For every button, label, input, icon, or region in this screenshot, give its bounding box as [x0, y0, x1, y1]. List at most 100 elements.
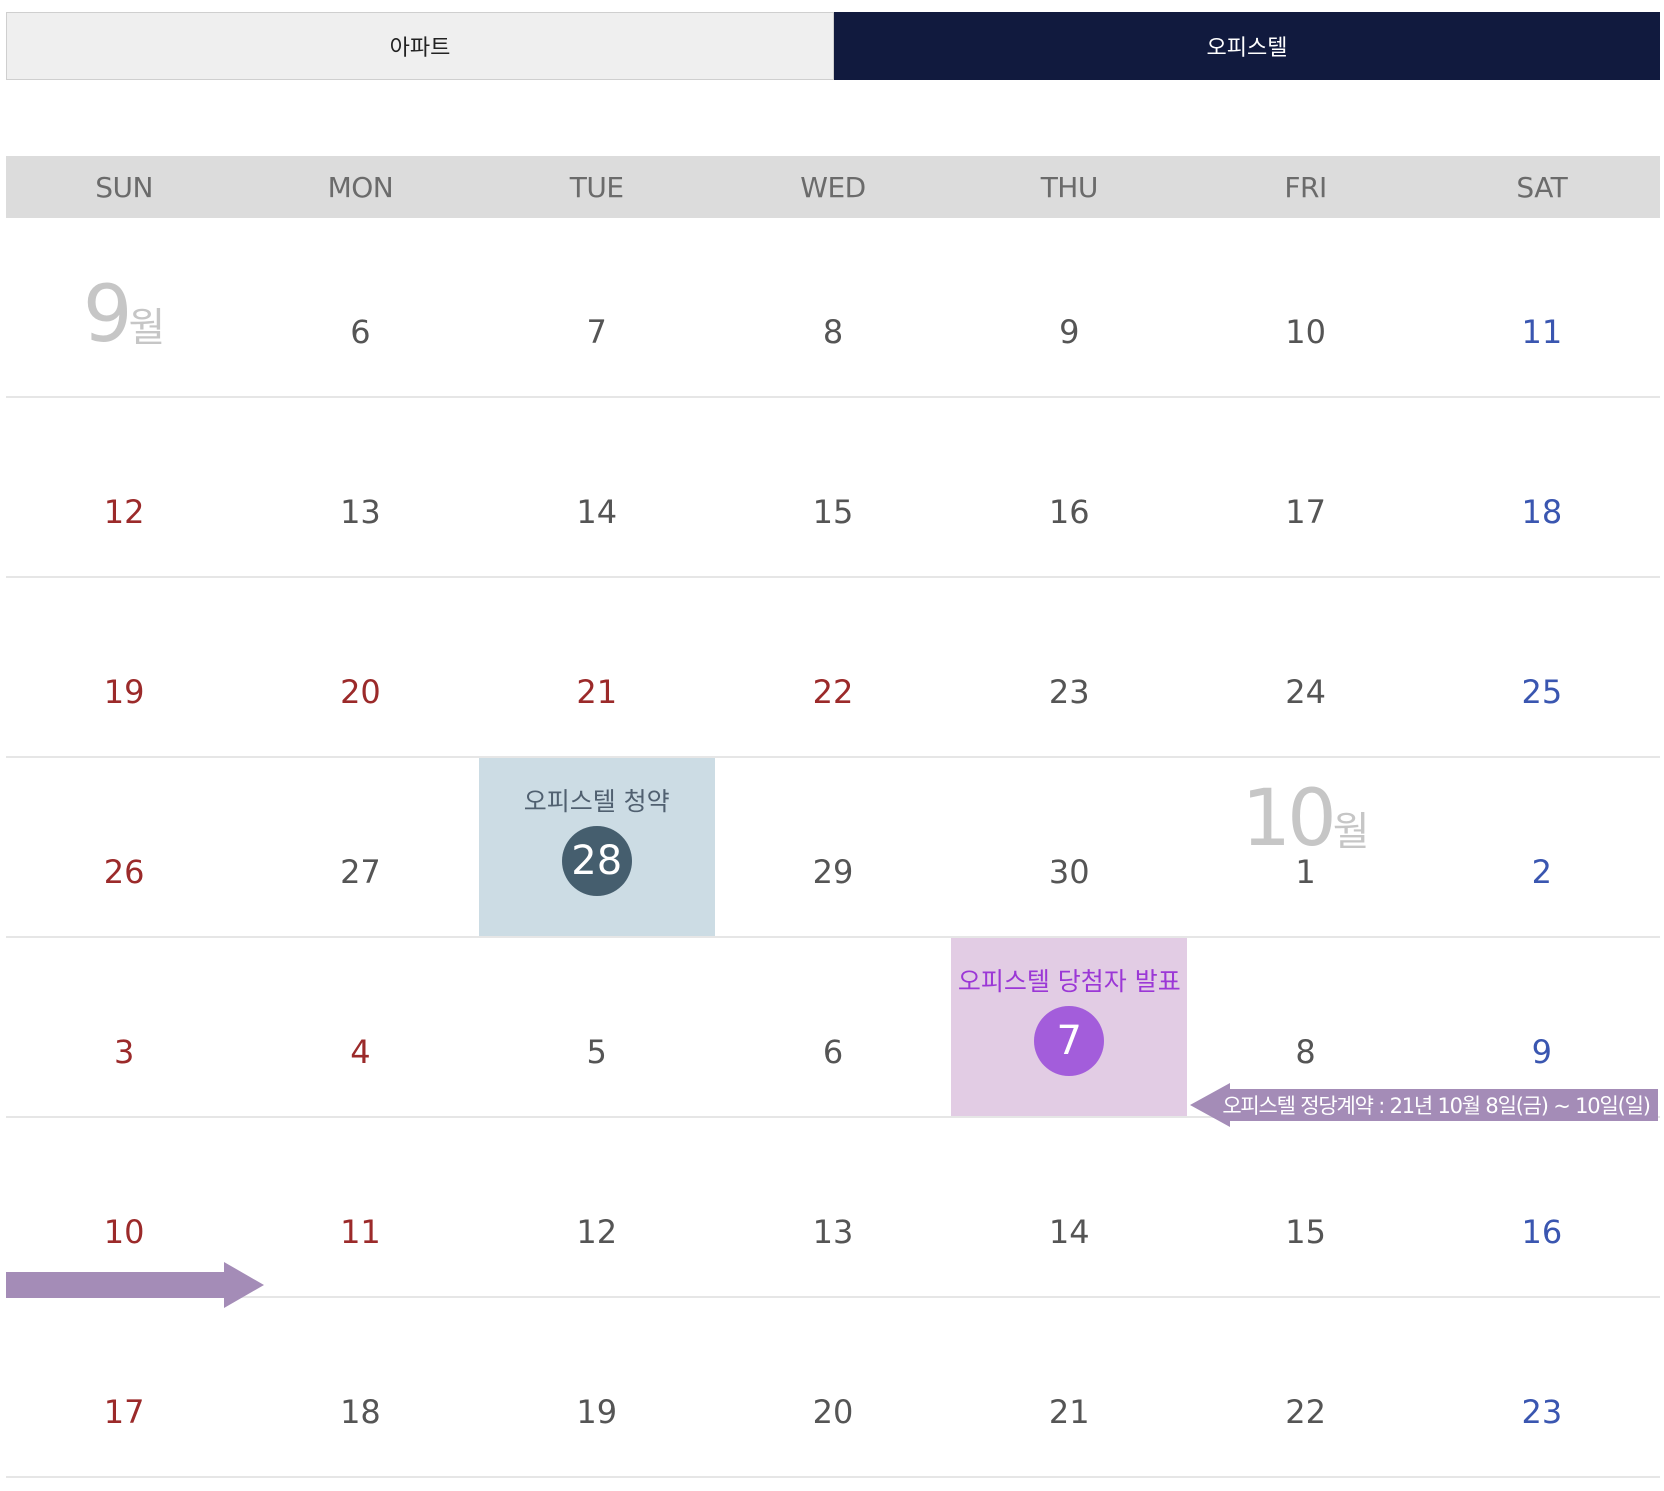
day-cell[interactable]: 13: [714, 1118, 952, 1298]
day-number: 12: [576, 1213, 618, 1251]
day-cell[interactable]: 17: [1187, 398, 1424, 578]
day-number: 16: [1048, 493, 1090, 531]
day-cell[interactable]: 23: [951, 578, 1188, 758]
day-cell[interactable]: 10월 1: [1187, 758, 1424, 938]
weekday-header: SUN MON TUE WED THU FRI SAT: [6, 156, 1660, 218]
subscription-event-label: 오피스텔 청약: [523, 787, 670, 816]
day-number: 14: [576, 493, 618, 531]
day-number: 29: [812, 853, 854, 891]
day-cell[interactable]: 12: [478, 1118, 715, 1298]
day-cell[interactable]: 22: [714, 578, 952, 758]
day-cell[interactable]: 26: [6, 758, 243, 938]
day-number: 12: [103, 493, 145, 531]
day-number: 5: [586, 1033, 607, 1071]
right-arrow-icon: [6, 1262, 264, 1308]
day-cell[interactable]: 5: [478, 938, 715, 1118]
day-number: 7: [586, 313, 607, 351]
day-number: 16: [1521, 1213, 1563, 1251]
tab-officetel[interactable]: 오피스텔: [834, 12, 1660, 80]
day-cell[interactable]: 27: [242, 758, 479, 938]
day-cell[interactable]: 18: [1423, 398, 1660, 578]
day-number: 24: [1285, 673, 1326, 711]
winner-announcement-event-cell[interactable]: 오피스텔 당첨자 발표 7: [951, 938, 1188, 1118]
day-number: 13: [812, 1213, 854, 1251]
day-number: 21: [1048, 1393, 1090, 1431]
day-cell[interactable]: 16: [951, 398, 1188, 578]
day-number: 18: [340, 1393, 381, 1431]
day-cell[interactable]: 11: [1423, 218, 1660, 398]
day-number: 10: [1285, 313, 1326, 351]
day-cell[interactable]: 21: [478, 578, 715, 758]
day-number: 8: [1295, 1033, 1316, 1071]
month-label-cell: 9월: [6, 218, 243, 398]
day-number: 11: [1521, 313, 1563, 351]
day-cell[interactable]: 25: [1423, 578, 1660, 758]
contract-continuation-arrow: [6, 1262, 264, 1308]
day-cell[interactable]: 14: [478, 398, 715, 578]
day-number: 19: [576, 1393, 618, 1431]
day-cell[interactable]: 15: [714, 398, 952, 578]
tab-apartment[interactable]: 아파트: [6, 12, 834, 80]
day-cell[interactable]: 8: [714, 218, 952, 398]
day-cell[interactable]: 11: [242, 1118, 479, 1298]
winner-announcement-label: 오피스텔 당첨자 발표: [957, 967, 1181, 996]
contract-period-banner: 오피스텔 정당계약 : 21년 10월 8일(금) ~ 10일(일): [1190, 1083, 1658, 1127]
day-number: 27: [340, 853, 381, 891]
weekday-sat: SAT: [1516, 170, 1568, 204]
day-cell[interactable]: 20: [242, 578, 479, 758]
day-number: 15: [1285, 1213, 1326, 1251]
weekday-tue: TUE: [569, 170, 624, 204]
september-label: 9월: [82, 270, 166, 360]
day-cell[interactable]: 20: [714, 1298, 952, 1478]
day-cell[interactable]: 18: [242, 1298, 479, 1478]
subscription-event-cell[interactable]: 오피스텔 청약 28: [478, 758, 715, 938]
day-cell[interactable]: 3: [6, 938, 243, 1118]
day-number: 4: [350, 1033, 371, 1071]
winner-announcement-day-badge: 7: [1034, 1006, 1105, 1076]
weekday-fri: FRI: [1284, 170, 1327, 204]
day-cell[interactable]: 19: [6, 578, 243, 758]
day-number: 8: [822, 313, 844, 351]
day-number: 20: [340, 673, 381, 711]
day-number: 30: [1048, 853, 1090, 891]
day-cell[interactable]: 16: [1423, 1118, 1660, 1298]
day-number: 3: [113, 1033, 135, 1071]
weekday-wed: WED: [800, 170, 866, 204]
day-cell[interactable]: 2: [1423, 758, 1660, 938]
day-cell[interactable]: 21: [951, 1298, 1188, 1478]
day-number: 6: [822, 1033, 844, 1071]
day-number: 22: [812, 673, 854, 711]
day-number: 23: [1521, 1393, 1563, 1431]
day-cell[interactable]: 4: [242, 938, 479, 1118]
subscription-day-badge: 28: [561, 826, 632, 896]
day-cell[interactable]: 19: [478, 1298, 715, 1478]
day-cell[interactable]: 29: [714, 758, 952, 938]
day-cell[interactable]: 7: [478, 218, 715, 398]
day-number: 25: [1521, 673, 1563, 711]
day-number: 23: [1048, 673, 1090, 711]
day-cell[interactable]: 13: [242, 398, 479, 578]
day-number: 14: [1048, 1213, 1090, 1251]
day-number: 1: [1295, 853, 1316, 891]
day-cell[interactable]: 23: [1423, 1298, 1660, 1478]
day-cell[interactable]: 30: [951, 758, 1188, 938]
day-number: 26: [103, 853, 145, 891]
day-cell[interactable]: 17: [6, 1298, 243, 1478]
property-type-tabs: 아파트 오피스텔: [6, 12, 1660, 80]
day-cell[interactable]: 15: [1187, 1118, 1424, 1298]
day-cell[interactable]: 6: [242, 218, 479, 398]
day-cell[interactable]: 12: [6, 398, 243, 578]
day-number: 22: [1285, 1393, 1326, 1431]
day-cell[interactable]: 14: [951, 1118, 1188, 1298]
day-number: 17: [1285, 493, 1326, 531]
day-cell[interactable]: 24: [1187, 578, 1424, 758]
day-number: 13: [340, 493, 381, 531]
day-cell[interactable]: 10: [1187, 218, 1424, 398]
day-cell[interactable]: 6: [714, 938, 952, 1118]
contract-period-label: 오피스텔 정당계약 : 21년 10월 8일(금) ~ 10일(일): [1222, 1094, 1651, 1118]
day-cell[interactable]: 22: [1187, 1298, 1424, 1478]
day-number: 17: [103, 1393, 145, 1431]
day-number: 11: [340, 1213, 381, 1251]
day-number: 6: [350, 313, 371, 351]
day-cell[interactable]: 9: [951, 218, 1188, 398]
